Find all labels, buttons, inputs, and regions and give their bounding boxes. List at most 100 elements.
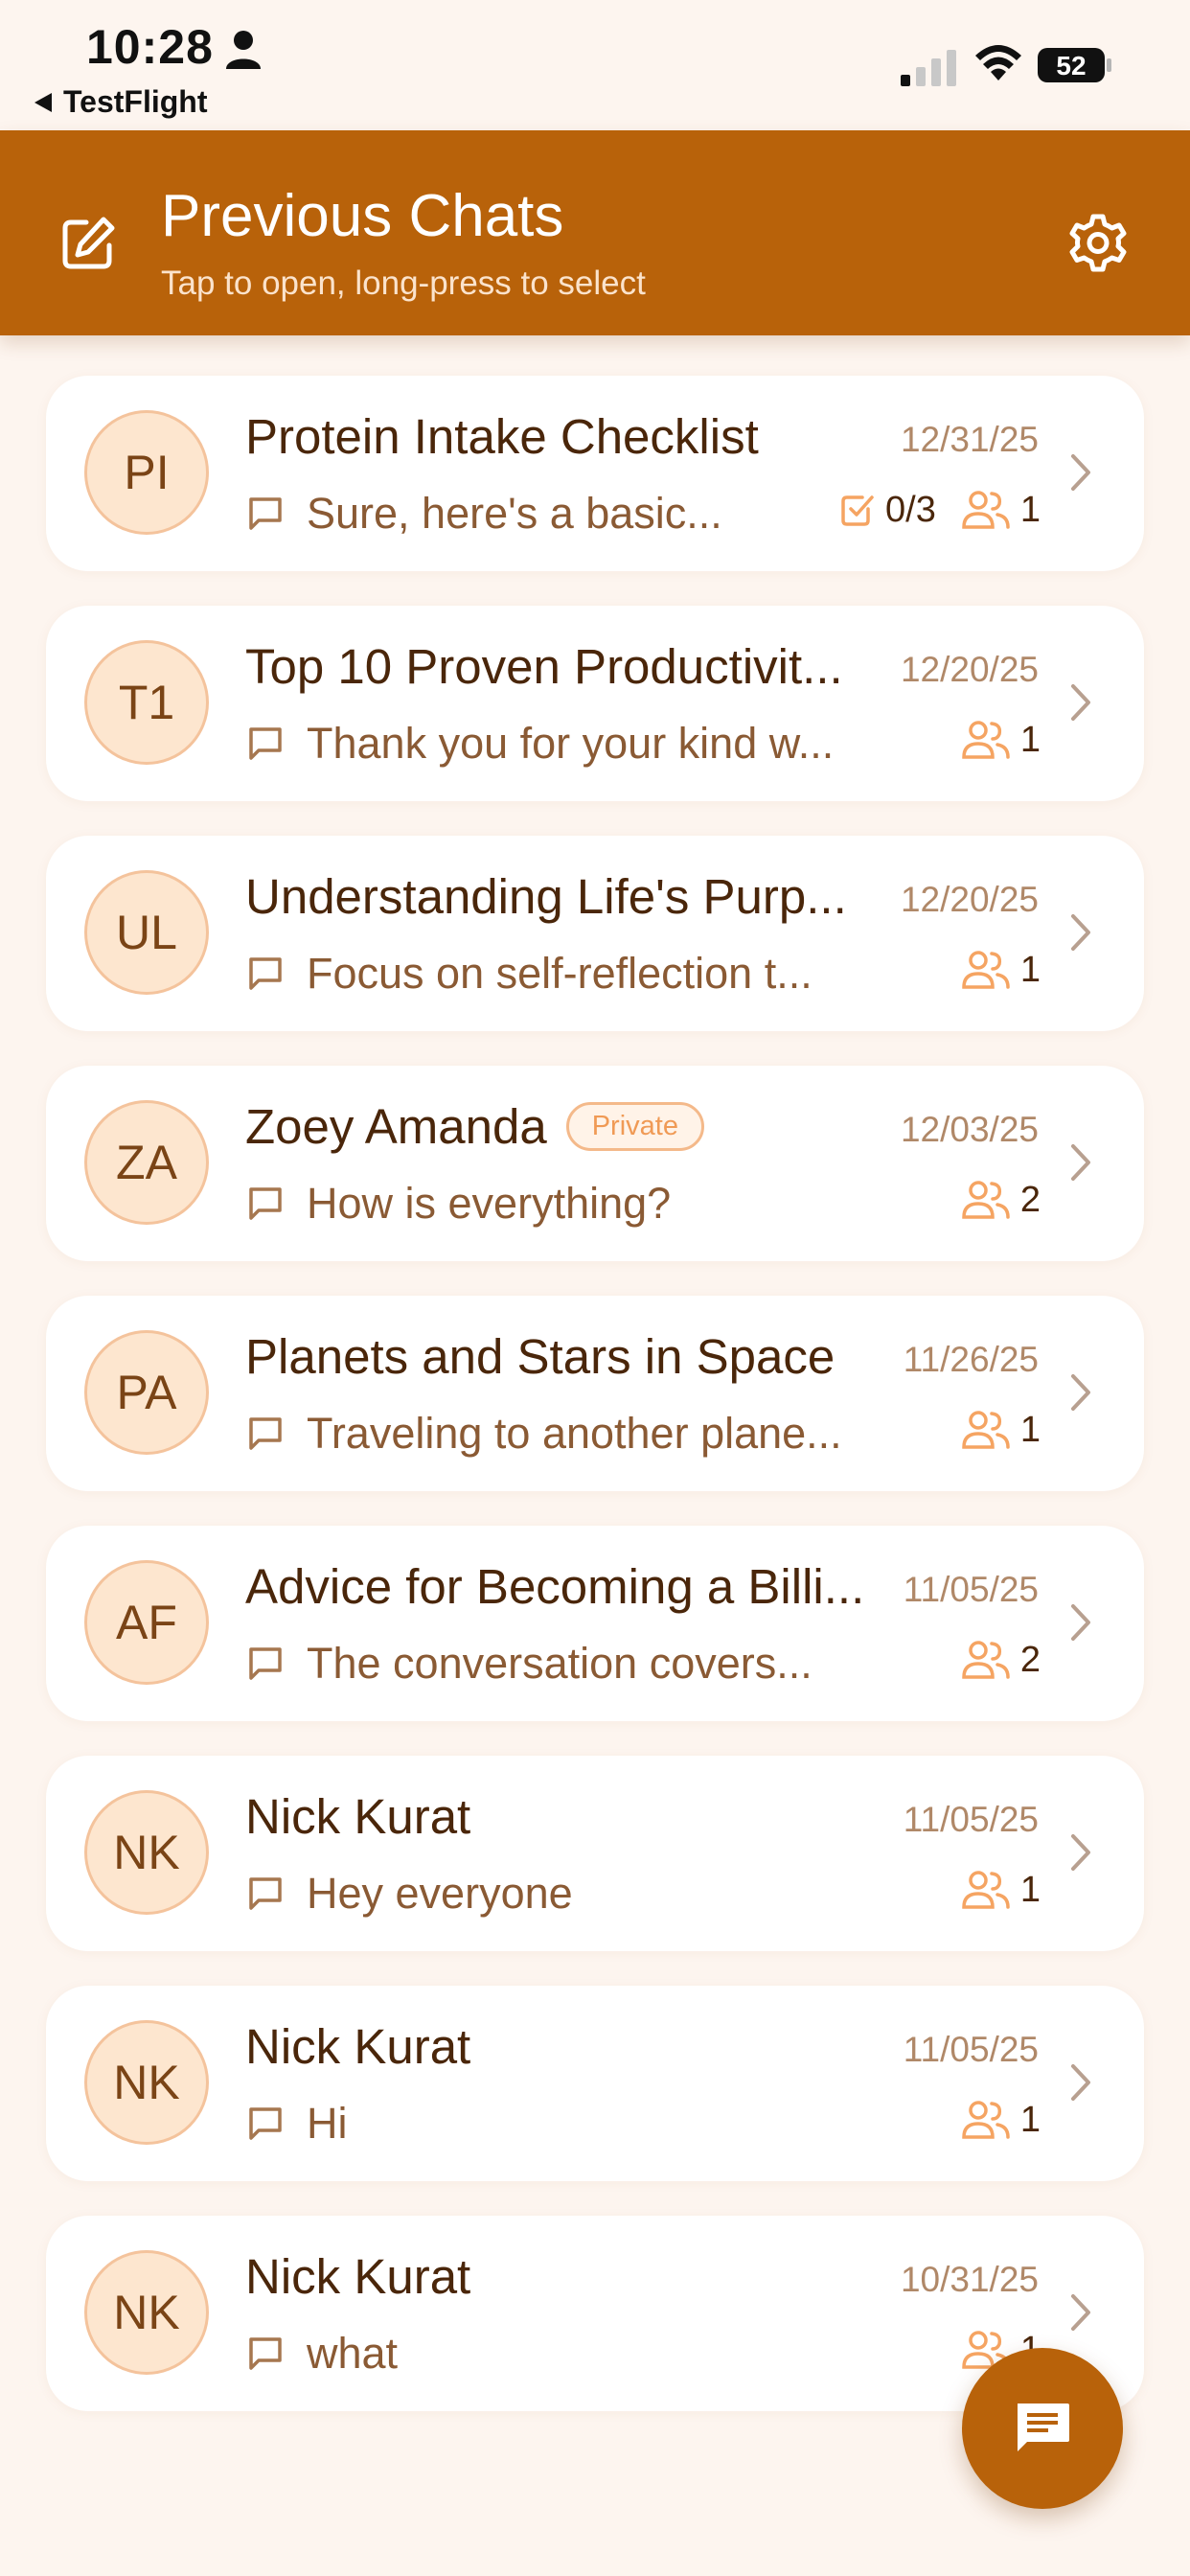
people-icon xyxy=(962,951,1010,989)
chat-preview-text: The conversation covers... xyxy=(307,1639,812,1688)
chat-meta: 2 xyxy=(961,1639,1041,1681)
chat-list-item[interactable]: ZA Zoey Amanda Private 12/03/25 How is e… xyxy=(46,1066,1144,1261)
chat-list-item[interactable]: PA Planets and Stars in Space 11/26/25 T… xyxy=(46,1296,1144,1491)
people-icon xyxy=(962,2101,1010,2139)
avatar: NK xyxy=(84,2020,209,2145)
people-icon xyxy=(962,491,1010,529)
chat-date: 12/31/25 xyxy=(900,420,1039,459)
chat-title: Understanding Life's Purp... xyxy=(245,869,847,924)
chat-list-item[interactable]: UL Understanding Life's Purp... 12/20/25… xyxy=(46,836,1144,1031)
chat-preview: Hi xyxy=(245,2099,348,2149)
chat-title-row: Planets and Stars in Space xyxy=(245,1328,835,1385)
back-to-testflight[interactable]: TestFlight xyxy=(34,84,208,120)
people-icon xyxy=(962,1871,1010,1909)
page-title: Previous Chats xyxy=(161,183,564,249)
chat-date: 11/26/25 xyxy=(903,1340,1039,1379)
participant-number: 2 xyxy=(1019,1639,1041,1680)
chat-list-item[interactable]: T1 Top 10 Proven Productivit... 12/20/25… xyxy=(46,606,1144,801)
participant-count: 1 xyxy=(961,489,1041,531)
new-chat-button[interactable] xyxy=(962,2348,1123,2509)
participant-number: 1 xyxy=(1019,1409,1041,1450)
chat-date: 12/03/25 xyxy=(900,1110,1039,1149)
message-icon xyxy=(249,2337,282,2370)
chat-meta: 2 xyxy=(961,1179,1041,1221)
chat-title-row: Nick Kurat xyxy=(245,2018,470,2075)
message-icon xyxy=(249,727,282,760)
chevron-right-icon xyxy=(1071,2064,1090,2101)
chat-date: 11/05/25 xyxy=(903,2030,1039,2069)
people-icon xyxy=(962,1641,1010,1679)
avatar: T1 xyxy=(84,640,209,765)
chat-preview: Traveling to another plane... xyxy=(245,1409,842,1459)
chat-preview: Thank you for your kind w... xyxy=(245,719,834,769)
chat-bubble-icon xyxy=(1018,2404,1069,2451)
checkbox-icon xyxy=(841,495,874,526)
chat-list-item[interactable]: NK Nick Kurat 11/05/25 Hey everyone 1 xyxy=(46,1756,1144,1951)
participant-count: 1 xyxy=(961,719,1041,761)
participant-number: 2 xyxy=(1019,1179,1041,1220)
chat-preview-text: Sure, here's a basic... xyxy=(307,489,722,538)
chat-preview-text: Hey everyone xyxy=(307,1869,573,1918)
participant-number: 1 xyxy=(1019,489,1041,530)
chat-meta: 0/3 1 xyxy=(839,489,1041,531)
chat-title: Nick Kurat xyxy=(245,1789,471,1844)
chevron-right-icon xyxy=(1071,454,1090,491)
chat-preview-text: Thank you for your kind w... xyxy=(307,719,835,768)
chat-meta: 1 xyxy=(961,719,1041,761)
chat-meta: 1 xyxy=(961,1869,1041,1911)
wifi-icon xyxy=(975,45,1021,80)
chat-date: 10/31/25 xyxy=(900,2260,1039,2299)
back-arrow-icon xyxy=(34,92,52,112)
chat-title-row: Protein Intake Checklist xyxy=(245,408,759,465)
participant-count: 2 xyxy=(961,1179,1041,1221)
chat-date: 11/05/25 xyxy=(903,1800,1039,1839)
cellular-signal-icon xyxy=(901,50,956,86)
message-icon xyxy=(249,1877,282,1910)
avatar: NK xyxy=(84,1790,209,1915)
chat-list: PI Protein Intake Checklist 12/31/25 Sur… xyxy=(46,376,1144,2446)
participant-number: 1 xyxy=(1019,949,1041,990)
chat-list-item[interactable]: NK Nick Kurat 11/05/25 Hi 1 xyxy=(46,1986,1144,2181)
page-subtitle: Tap to open, long-press to select xyxy=(161,264,646,302)
chat-preview: Sure, here's a basic... xyxy=(245,489,722,539)
chat-title: Zoey Amanda xyxy=(245,1099,547,1154)
message-icon xyxy=(249,1417,282,1450)
chevron-right-icon xyxy=(1071,1144,1090,1181)
chat-preview-text: what xyxy=(307,2329,399,2378)
person-icon xyxy=(226,31,261,69)
avatar: PA xyxy=(84,1330,209,1455)
chat-title-row: Top 10 Proven Productivit... xyxy=(245,638,843,695)
checklist-count: 0/3 xyxy=(885,489,936,530)
avatar: AF xyxy=(84,1560,209,1685)
avatar: NK xyxy=(84,2250,209,2375)
chat-list-item[interactable]: PI Protein Intake Checklist 12/31/25 Sur… xyxy=(46,376,1144,571)
battery-level: 52 xyxy=(1056,51,1086,80)
status-bar: 10:28 TestFlight 52 xyxy=(0,0,1190,130)
chevron-right-icon xyxy=(1071,914,1090,951)
message-icon xyxy=(249,2107,282,2140)
gear-icon[interactable] xyxy=(1064,211,1133,280)
chat-date: 12/20/25 xyxy=(900,650,1039,689)
chat-title: Advice for Becoming a Billi... xyxy=(245,1559,865,1614)
participant-number: 1 xyxy=(1019,1869,1041,1910)
chat-list-item[interactable]: AF Advice for Becoming a Billi... 11/05/… xyxy=(46,1526,1144,1721)
chevron-right-icon xyxy=(1071,2294,1090,2331)
avatar: ZA xyxy=(84,1100,209,1225)
battery-icon: 52 xyxy=(1038,48,1111,82)
back-label: TestFlight xyxy=(63,84,208,119)
participant-count: 2 xyxy=(961,1639,1041,1681)
chat-title: Nick Kurat xyxy=(245,2019,471,2074)
chat-title: Protein Intake Checklist xyxy=(245,409,759,464)
chat-meta: 1 xyxy=(961,949,1041,991)
compose-icon[interactable] xyxy=(59,215,117,272)
participant-count: 1 xyxy=(961,2099,1041,2141)
people-icon xyxy=(962,721,1010,759)
chat-preview-text: How is everything? xyxy=(307,1179,672,1228)
people-icon xyxy=(962,1411,1010,1449)
chat-preview-text: Focus on self-reflection t... xyxy=(307,949,812,998)
participant-number: 1 xyxy=(1019,719,1041,760)
chat-preview-text: Hi xyxy=(307,2099,348,2148)
chat-meta: 1 xyxy=(961,2099,1041,2141)
chat-preview: The conversation covers... xyxy=(245,1639,812,1689)
chat-title: Planets and Stars in Space xyxy=(245,1329,835,1384)
